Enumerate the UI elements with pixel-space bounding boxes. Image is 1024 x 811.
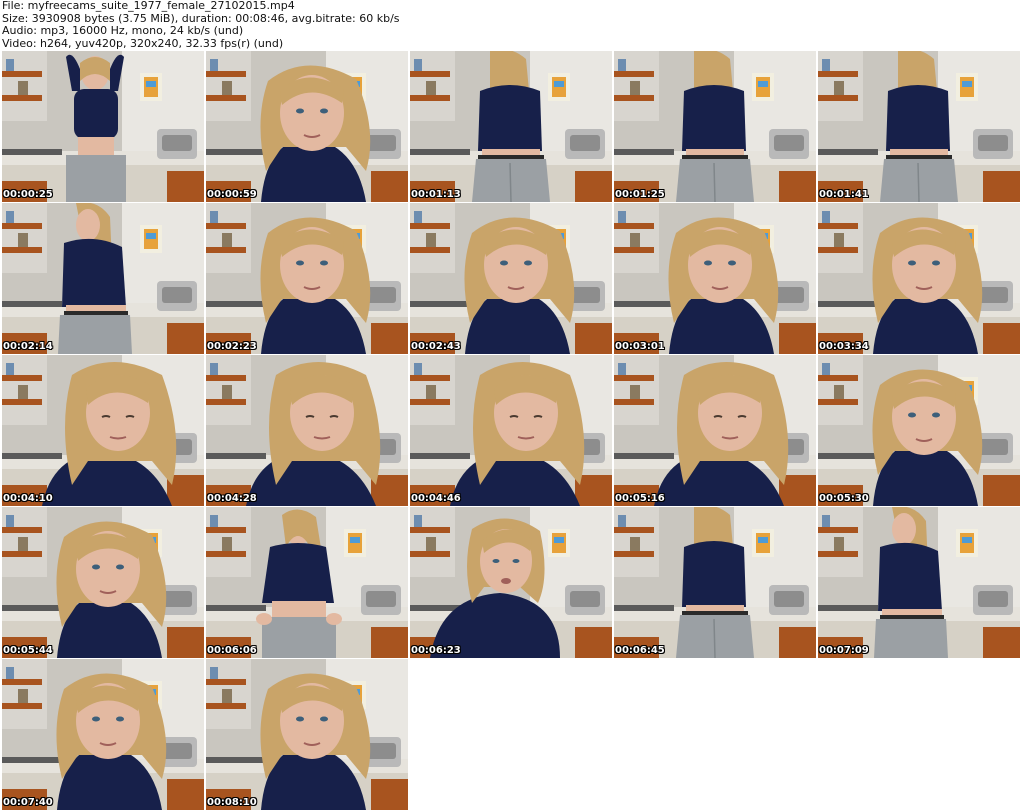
- frame-timestamp: 00:06:45: [615, 645, 665, 656]
- frame-timestamp: 00:03:01: [615, 341, 665, 352]
- frame-timestamp: 00:02:14: [3, 341, 53, 352]
- frame-image: [2, 51, 204, 202]
- frame-image: [818, 355, 1020, 506]
- video-frame-thumbnail: 00:06:06: [206, 507, 408, 658]
- video-frame-thumbnail: 00:03:34: [818, 203, 1020, 354]
- frame-image: [2, 507, 204, 658]
- frame-image: [2, 355, 204, 506]
- frame-image: [410, 203, 612, 354]
- frame-image: [206, 355, 408, 506]
- video-frame-thumbnail: 00:03:01: [614, 203, 816, 354]
- frame-timestamp: 00:01:25: [615, 189, 665, 200]
- frame-timestamp: 00:08:10: [207, 797, 257, 808]
- frame-image: [410, 355, 612, 506]
- frame-image: [818, 507, 1020, 658]
- frame-image: [614, 51, 816, 202]
- video-frame-thumbnail: 00:06:23: [410, 507, 612, 658]
- video-frame-thumbnail: 00:05:16: [614, 355, 816, 506]
- file-name-line: File: myfreecams_suite_1977_female_27102…: [2, 0, 295, 12]
- video-frame-thumbnail: 00:06:45: [614, 507, 816, 658]
- video-frame-thumbnail: 00:02:23: [206, 203, 408, 354]
- frame-timestamp: 00:05:44: [3, 645, 53, 656]
- frame-timestamp: 00:05:16: [615, 493, 665, 504]
- frame-timestamp: 00:01:13: [411, 189, 461, 200]
- frame-image: [614, 507, 816, 658]
- video-frame-thumbnail: 00:00:25: [2, 51, 204, 202]
- frame-image: [614, 355, 816, 506]
- frame-timestamp: 00:04:10: [3, 493, 53, 504]
- frame-timestamp: 00:04:46: [411, 493, 461, 504]
- frame-image: [2, 203, 204, 354]
- video-frame-thumbnail: 00:07:09: [818, 507, 1020, 658]
- frame-image: [614, 203, 816, 354]
- frame-image: [818, 203, 1020, 354]
- frame-timestamp: 00:02:43: [411, 341, 461, 352]
- video-frame-thumbnail: 00:01:41: [818, 51, 1020, 202]
- frame-image: [818, 51, 1020, 202]
- audio-info-line: Audio: mp3, 16000 Hz, mono, 24 kb/s (und…: [2, 24, 244, 37]
- thumbnail-grid: 00:00:25 00:00:59 00:01:13 00:01:25 00:0…: [2, 51, 1022, 811]
- frame-timestamp: 00:02:23: [207, 341, 257, 352]
- frame-image: [206, 203, 408, 354]
- frame-image: [206, 507, 408, 658]
- file-info-header: File: myfreecams_suite_1977_female_27102…: [2, 0, 1022, 50]
- video-frame-thumbnail: 00:02:43: [410, 203, 612, 354]
- video-frame-thumbnail: 00:04:46: [410, 355, 612, 506]
- video-frame-thumbnail: 00:05:30: [818, 355, 1020, 506]
- video-frame-thumbnail: 00:01:25: [614, 51, 816, 202]
- frame-timestamp: 00:04:28: [207, 493, 257, 504]
- frame-timestamp: 00:07:09: [819, 645, 869, 656]
- frame-timestamp: 00:05:30: [819, 493, 869, 504]
- frame-timestamp: 00:00:59: [207, 189, 257, 200]
- frame-timestamp: 00:07:40: [3, 797, 53, 808]
- frame-timestamp: 00:01:41: [819, 189, 869, 200]
- frame-image: [410, 507, 612, 658]
- frame-timestamp: 00:00:25: [3, 189, 53, 200]
- video-frame-thumbnail: 00:01:13: [410, 51, 612, 202]
- frame-timestamp: 00:03:34: [819, 341, 869, 352]
- video-frame-thumbnail: 00:02:14: [2, 203, 204, 354]
- video-frame-thumbnail: 00:04:28: [206, 355, 408, 506]
- frame-image: [206, 659, 408, 810]
- video-frame-thumbnail: 00:05:44: [2, 507, 204, 658]
- frame-image: [206, 51, 408, 202]
- video-frame-thumbnail: 00:07:40: [2, 659, 204, 810]
- frame-timestamp: 00:06:06: [207, 645, 257, 656]
- video-info-line: Video: h264, yuv420p, 320x240, 32.33 fps…: [2, 36, 284, 50]
- video-frame-thumbnail: 00:04:10: [2, 355, 204, 506]
- frame-image: [410, 51, 612, 202]
- frame-timestamp: 00:06:23: [411, 645, 461, 656]
- video-frame-thumbnail: 00:08:10: [206, 659, 408, 810]
- video-frame-thumbnail: 00:00:59: [206, 51, 408, 202]
- frame-image: [2, 659, 204, 810]
